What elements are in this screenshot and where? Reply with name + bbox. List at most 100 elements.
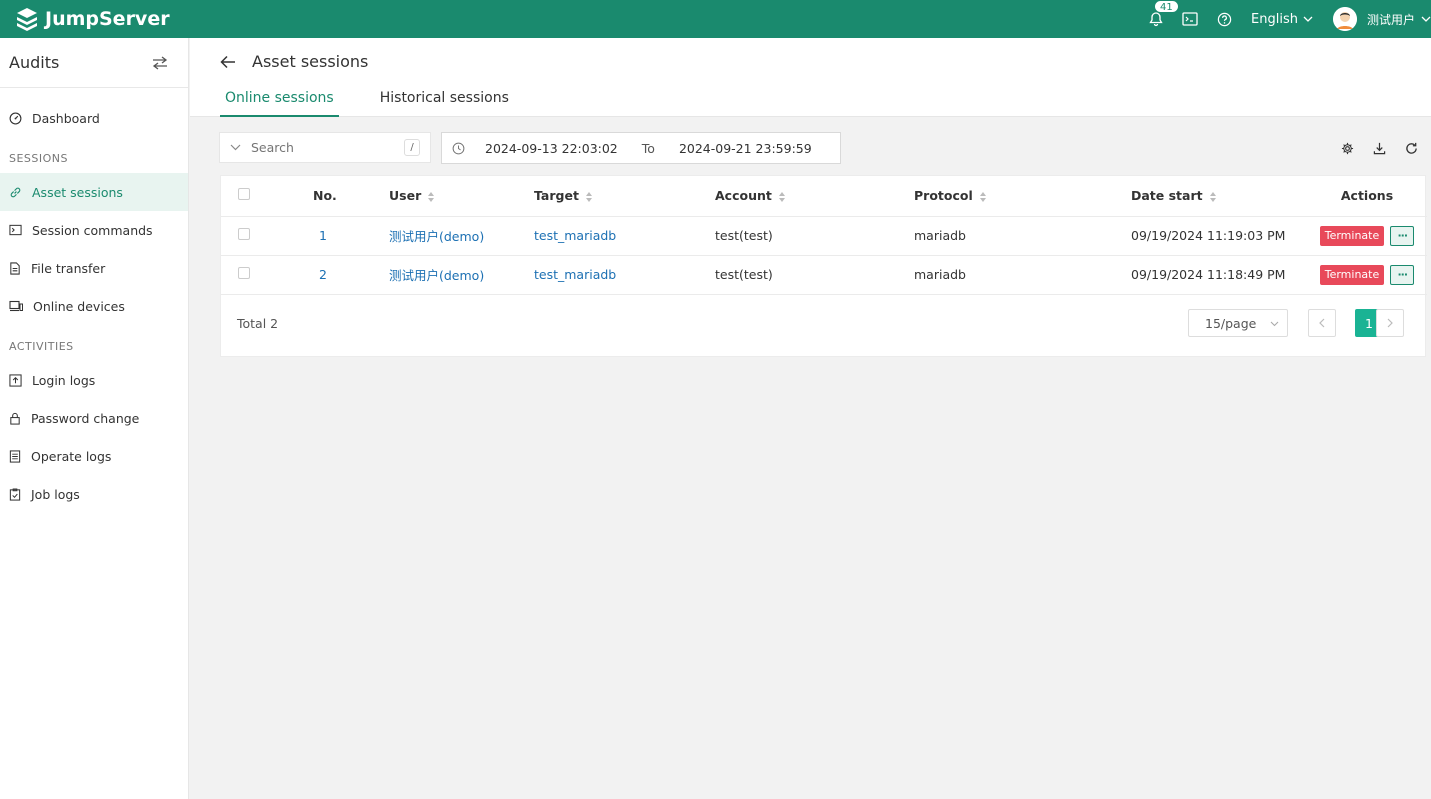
sidebar-item-asset-sessions[interactable]: Asset sessions xyxy=(0,173,188,211)
chevron-down-icon xyxy=(1303,16,1313,22)
export-button[interactable] xyxy=(1363,136,1395,160)
sidebar-title: Audits xyxy=(9,53,60,72)
row-checkbox[interactable] xyxy=(238,267,250,279)
total-count: Total 2 xyxy=(237,316,279,331)
user-menu[interactable]: 测试用户 xyxy=(1332,7,1431,31)
sidebar-item-file-transfer[interactable]: File transfer xyxy=(0,249,188,287)
date-range-separator: To xyxy=(641,140,655,156)
select-all-checkbox[interactable] xyxy=(238,188,250,201)
terminal-icon xyxy=(1182,12,1198,26)
chevron-left-icon xyxy=(1319,318,1325,328)
sidebar-item-login-logs[interactable]: Login logs xyxy=(0,361,188,399)
column-header-no: No. xyxy=(313,176,389,217)
chevron-down-icon xyxy=(1270,321,1279,327)
file-icon xyxy=(10,261,20,275)
clock-icon xyxy=(452,142,465,154)
next-page-button[interactable] xyxy=(1376,309,1404,337)
language-selector[interactable]: English xyxy=(1251,12,1313,27)
sidebar-header: Audits xyxy=(0,38,188,88)
sidebar-item-online-devices[interactable]: Online devices xyxy=(0,287,188,325)
devices-icon xyxy=(9,300,23,312)
column-header-date-start[interactable]: Date start xyxy=(1131,176,1307,217)
help-button[interactable] xyxy=(1207,0,1241,38)
column-header-actions: Actions xyxy=(1307,176,1427,217)
row-protocol: mariadb xyxy=(914,255,1131,295)
chevron-down-icon[interactable] xyxy=(230,144,241,151)
sort-icon[interactable] xyxy=(1209,191,1217,203)
top-bar: JumpServer 41 English 测试用户 xyxy=(0,0,1431,38)
switch-view-icon[interactable] xyxy=(152,55,168,70)
clipboard-check-icon xyxy=(9,487,21,501)
search-input[interactable] xyxy=(251,140,391,155)
date-start-value[interactable]: 2024-09-13 22:03:02 xyxy=(485,141,618,156)
prev-page-button[interactable] xyxy=(1308,309,1336,337)
sidebar-item-label: Password change xyxy=(31,410,140,426)
sidebar-item-label: Job logs xyxy=(31,486,80,502)
session-tabs: Online sessions Historical sessions xyxy=(220,88,550,117)
terminate-button[interactable]: Terminate xyxy=(1319,225,1385,246)
dashboard-icon xyxy=(9,112,22,124)
page-title: Asset sessions xyxy=(252,52,369,71)
bell-icon xyxy=(1149,12,1163,27)
user-avatar-icon xyxy=(1332,7,1357,31)
sidebar-item-password-change[interactable]: Password change xyxy=(0,399,188,437)
sidebar-item-session-commands[interactable]: Session commands xyxy=(0,211,188,249)
row-target-link[interactable]: test_mariadb xyxy=(534,255,715,295)
lock-icon xyxy=(10,412,20,425)
sort-icon[interactable] xyxy=(427,191,435,203)
sidebar-item-job-logs[interactable]: Job logs xyxy=(0,475,188,513)
settings-button[interactable] xyxy=(1331,136,1363,160)
page-size-value: 15/page xyxy=(1205,315,1257,331)
terminate-button[interactable]: Terminate xyxy=(1319,264,1385,285)
question-circle-icon xyxy=(1217,12,1231,26)
row-checkbox[interactable] xyxy=(238,228,250,240)
row-date-start: 09/19/2024 11:19:03 PM xyxy=(1131,216,1307,256)
page-size-select[interactable]: 15/page xyxy=(1188,309,1288,337)
link-icon xyxy=(10,187,21,197)
column-header-protocol[interactable]: Protocol xyxy=(914,176,1131,217)
more-actions-button[interactable]: ··· xyxy=(1390,225,1415,246)
column-header-account[interactable]: Account xyxy=(715,176,914,217)
web-terminal-button[interactable] xyxy=(1173,0,1207,38)
date-end-value[interactable]: 2024-09-21 23:59:59 xyxy=(679,141,812,156)
sidebar-group-activities: ACTIVITIES xyxy=(9,340,74,353)
page-header: Asset sessions Online sessions Historica… xyxy=(190,38,1431,117)
row-number: 1 xyxy=(313,216,389,256)
brand-name: JumpServer xyxy=(45,8,170,30)
table-toolbar: / 2024-09-13 22:03:02 To 2024-09-21 23:5… xyxy=(219,132,1427,164)
gear-icon xyxy=(1341,142,1353,154)
tab-historical-sessions[interactable]: Historical sessions xyxy=(375,88,514,117)
more-actions-button[interactable]: ··· xyxy=(1390,264,1415,285)
login-icon xyxy=(9,373,22,387)
row-date-start: 09/19/2024 11:18:49 PM xyxy=(1131,255,1307,295)
row-user-link[interactable]: 测试用户(demo) xyxy=(389,255,534,295)
refresh-button[interactable] xyxy=(1395,136,1427,160)
sidebar-item-operate-logs[interactable]: Operate logs xyxy=(0,437,188,475)
column-header-user[interactable]: User xyxy=(389,176,534,217)
table-header-row: No. User Target Account Protocol Date st… xyxy=(221,176,1427,217)
sort-icon[interactable] xyxy=(585,191,593,203)
row-user-link[interactable]: 测试用户(demo) xyxy=(389,216,534,256)
sidebar-group-sessions: SESSIONS xyxy=(9,152,69,165)
search-shortcut-hint: / xyxy=(404,139,420,156)
row-target-link[interactable]: test_mariadb xyxy=(534,216,715,256)
sort-icon[interactable] xyxy=(778,191,786,203)
sidebar-item-dashboard[interactable]: Dashboard xyxy=(0,99,188,137)
search-box[interactable]: / xyxy=(219,132,431,163)
sidebar-item-label: Session commands xyxy=(32,222,153,238)
date-range-picker[interactable]: 2024-09-13 22:03:02 To 2024-09-21 23:59:… xyxy=(441,132,841,164)
main-content: Asset sessions Online sessions Historica… xyxy=(190,38,1431,799)
chevron-down-icon xyxy=(1421,16,1431,22)
download-icon xyxy=(1373,142,1385,154)
list-icon xyxy=(9,449,21,463)
table-footer: Total 2 15/page 1 xyxy=(221,294,1427,354)
chevron-right-icon xyxy=(1387,318,1393,328)
refresh-icon xyxy=(1405,142,1417,154)
brand-logo[interactable]: JumpServer xyxy=(14,0,170,38)
back-arrow-icon[interactable] xyxy=(220,55,236,69)
column-header-target[interactable]: Target xyxy=(534,176,715,217)
notifications-button[interactable]: 41 xyxy=(1139,0,1179,38)
sort-icon[interactable] xyxy=(979,191,987,203)
avatar xyxy=(1332,7,1357,31)
tab-online-sessions[interactable]: Online sessions xyxy=(220,88,339,117)
